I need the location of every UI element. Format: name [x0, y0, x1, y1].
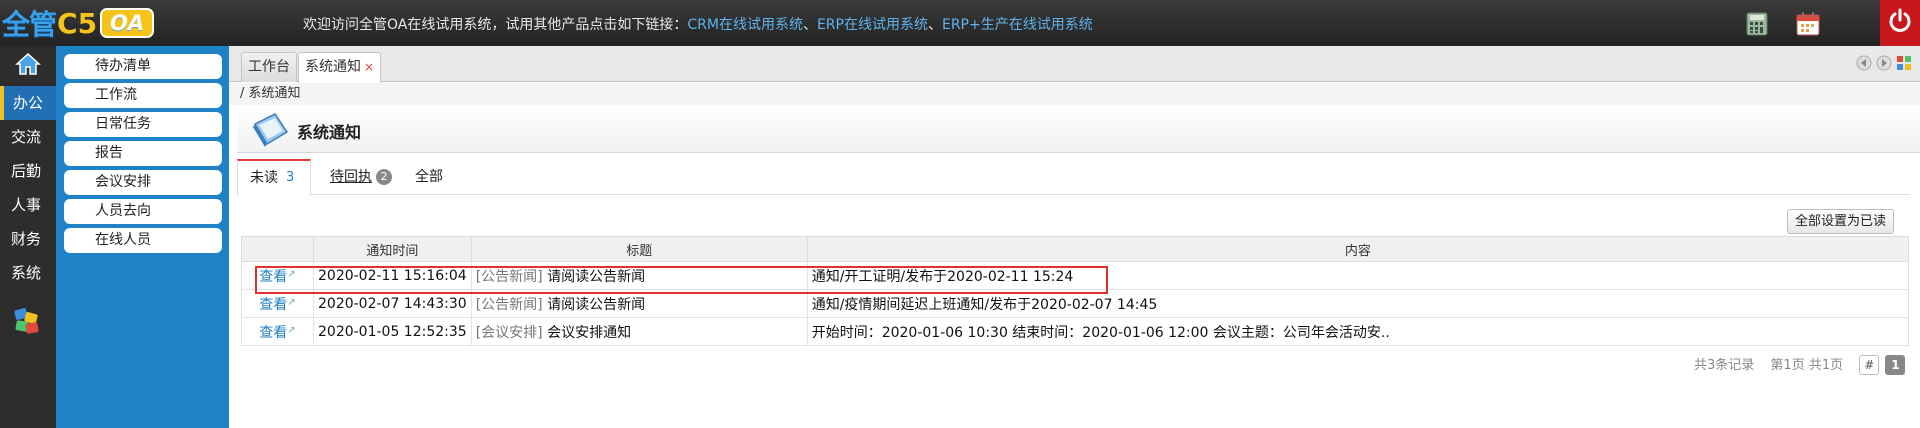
close-icon[interactable]: ×: [364, 60, 374, 74]
logo-brand: 全管: [2, 8, 57, 41]
tab-system-notice[interactable]: 系统通知 ×: [298, 52, 382, 83]
nav-item-hr[interactable]: 人事: [0, 188, 56, 222]
submenu-reports[interactable]: 报告: [64, 141, 222, 166]
notice-title-cell: [会议安排] 会议安排通知: [470, 317, 808, 346]
page-1-button[interactable]: 1: [1885, 355, 1906, 375]
nav-item-communication[interactable]: 交流: [0, 120, 56, 154]
view-link[interactable]: 查看: [259, 325, 287, 341]
link-separator: 、: [927, 17, 942, 33]
erp-production-trial-link[interactable]: ERP+生产在线试用系统: [942, 17, 1093, 33]
mark-all-read-button[interactable]: 全部设置为已读: [1787, 209, 1895, 234]
unread-count-badge: 3: [286, 170, 295, 185]
prev-tab-icon[interactable]: [1856, 55, 1872, 71]
page-header: 系统通知: [237, 108, 1920, 153]
tab-nav: [1856, 55, 1912, 71]
home-button[interactable]: [0, 46, 56, 86]
tab-pending-receipt[interactable]: 待回执 2: [318, 159, 404, 195]
submenu-todo-list[interactable]: 待办清单: [64, 54, 222, 79]
calculator-icon[interactable]: [1744, 12, 1770, 36]
tab-grid-icon[interactable]: [1896, 55, 1912, 71]
calendar-icon[interactable]: [1795, 12, 1821, 36]
table-header-row: 通知时间 标题 内容: [241, 236, 1910, 262]
notice-title: 请阅读公告新闻: [547, 296, 646, 313]
logo: 全管 C5 OA: [2, 6, 155, 41]
tab-label: 全部: [415, 169, 443, 185]
nav-item-logistics[interactable]: 后勤: [0, 154, 56, 188]
link-separator: 、: [802, 17, 817, 33]
logo-c5: C5: [57, 6, 98, 40]
pagination: 共3条记录 第1页 共1页 # 1: [1694, 354, 1907, 375]
view-link[interactable]: 查看: [259, 297, 287, 313]
column-header-time[interactable]: 通知时间: [313, 236, 472, 262]
submenu-workflow[interactable]: 工作流: [64, 83, 222, 108]
tab-label: 系统通知: [305, 59, 361, 75]
breadcrumb: / 系统通知: [229, 83, 1920, 105]
pending-count-badge: 2: [376, 169, 392, 185]
total-records: 共3条记录: [1694, 358, 1755, 373]
column-header-content[interactable]: 内容: [806, 236, 1910, 262]
left-nav: 办公 交流 后勤 人事 财务 系统: [0, 46, 56, 428]
highlight-box: [255, 266, 1108, 294]
column-header-action: [241, 236, 314, 262]
external-link-icon: ↗: [287, 296, 296, 308]
tab-strip: 工作台 系统通知 ×: [229, 46, 1920, 83]
top-bar: 全管 C5 OA 欢迎访问全管OA在线试用系统，试用其他产品点击如下链接：CRM…: [0, 0, 1920, 46]
notice-category: [会议安排]: [475, 324, 543, 341]
welcome-message: 欢迎访问全管OA在线试用系统，试用其他产品点击如下链接：CRM在线试用系统、ER…: [303, 14, 1093, 34]
power-button[interactable]: [1880, 0, 1920, 46]
notice-filter-tabs: 未读 3 待回执 2 全部: [237, 159, 1910, 196]
notice-content: 开始时间：2020-01-06 10:30 结束时间：2020-01-06 12…: [806, 317, 1910, 346]
table-row[interactable]: 查看↗ 2020-01-05 12:52:35 [会议安排] 会议安排通知 开始…: [241, 317, 1910, 346]
page-info: 第1页 共1页: [1770, 358, 1844, 373]
tab-label: 待回执: [330, 169, 372, 185]
tab-label: 未读: [250, 170, 278, 186]
notice-title: 会议安排通知: [547, 324, 632, 341]
next-tab-icon[interactable]: [1876, 55, 1892, 71]
nav-item-office[interactable]: 办公: [0, 86, 56, 120]
external-link-icon: ↗: [287, 324, 296, 336]
submenu-daily-tasks[interactable]: 日常任务: [64, 112, 222, 137]
tab-workbench[interactable]: 工作台: [241, 52, 297, 82]
office-submenu: 待办清单 工作流 日常任务 报告 会议安排 人员去向 在线人员: [56, 46, 229, 428]
power-icon: [1887, 8, 1913, 38]
notice-time: 2020-01-05 12:52:35: [313, 317, 472, 346]
tab-unread[interactable]: 未读 3: [237, 159, 312, 196]
submenu-meetings[interactable]: 会议安排: [64, 170, 222, 195]
notice-category: [公告新闻]: [475, 296, 543, 313]
submenu-online-users[interactable]: 在线人员: [64, 228, 222, 253]
welcome-text: 欢迎访问全管OA在线试用系统，试用其他产品点击如下链接：: [303, 17, 688, 33]
logo-oa: OA: [100, 8, 155, 38]
main-content: 工作台 系统通知 × / 系统通知 系统通知 未读 3 待回执 2 全部 全部设…: [229, 46, 1920, 428]
erp-trial-link[interactable]: ERP在线试用系统: [817, 17, 928, 33]
page-title: 系统通知: [297, 123, 362, 142]
tab-all[interactable]: 全部: [403, 159, 455, 195]
nav-item-finance[interactable]: 财务: [0, 222, 56, 256]
notice-icon: [251, 110, 291, 154]
tab-label: 工作台: [248, 59, 290, 75]
page-jump-button[interactable]: #: [1859, 355, 1880, 375]
home-icon: [15, 52, 41, 80]
submenu-staff-whereabouts[interactable]: 人员去向: [64, 199, 222, 224]
crm-trial-link[interactable]: CRM在线试用系统: [687, 17, 803, 33]
column-header-title[interactable]: 标题: [470, 236, 808, 262]
nav-item-system[interactable]: 系统: [0, 256, 56, 290]
apps-icon[interactable]: [0, 306, 56, 340]
